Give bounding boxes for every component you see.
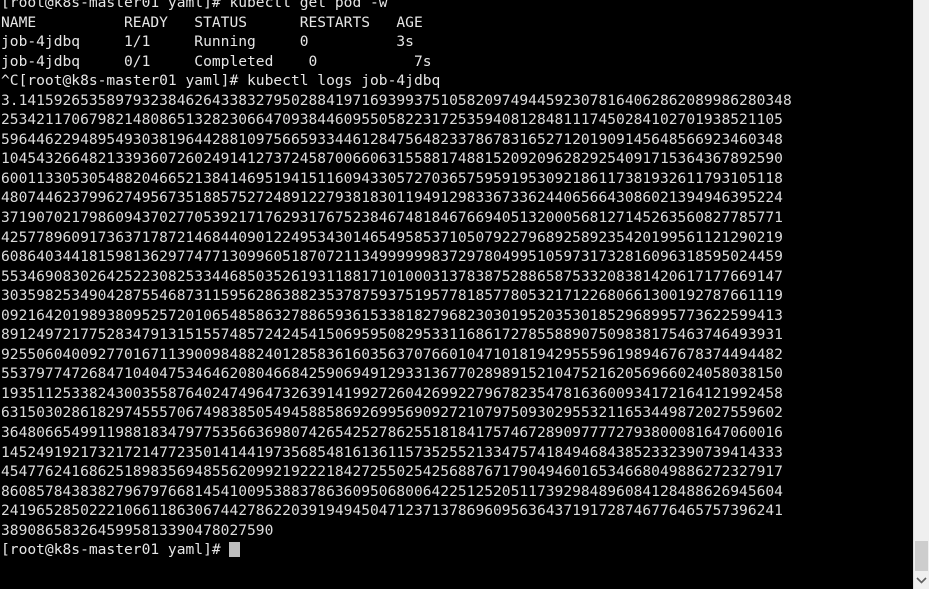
- terminal-window: [root@k8s-master01 yaml]# kubectl get po…: [0, 0, 929, 589]
- terminal-line-text: 3.14159265358979323846264338327950288419…: [1, 91, 792, 109]
- terminal-line-text: 1935112533824300355876402474964732639141…: [1, 384, 783, 402]
- terminal-line-text: 5534690830264252230825334468503526193118…: [1, 267, 783, 285]
- terminal-line: 0921642019893809525720106548586327886593…: [0, 306, 913, 326]
- terminal-line: 3.14159265358979323846264338327950288419…: [0, 91, 913, 111]
- terminal-line: 5537977472684710404753464620804668425906…: [0, 364, 913, 384]
- terminal-text-buffer: [root@k8s-master01 yaml]# kubectl get po…: [0, 0, 913, 560]
- terminal-line: 4257789609173637178721468440901224953430…: [0, 228, 913, 248]
- terminal-line: 6086403441815981362977477130996051870721…: [0, 247, 913, 267]
- terminal-line-text: 9255060400927701671139009848824012858361…: [1, 345, 783, 363]
- terminal-line: ^C[root@k8s-master01 yaml]# kubectl logs…: [0, 71, 913, 91]
- terminal-line: 1045432664821339360726024914127372458700…: [0, 149, 913, 169]
- terminal-line-text: ^C[root@k8s-master01 yaml]# kubectl logs…: [1, 72, 441, 90]
- terminal-line: 8912497217752834791315155748572424541506…: [0, 325, 913, 345]
- vertical-scrollbar[interactable]: [913, 0, 929, 589]
- chevron-down-icon: [916, 577, 927, 584]
- terminal-line: NAME READY STATUS RESTARTS AGE: [0, 13, 913, 33]
- terminal-line: 8608578438382796797668145410095388378636…: [0, 482, 913, 502]
- terminal-line-text: [root@k8s-master01 yaml]# kubectl get po…: [1, 0, 388, 11]
- terminal-line-text: 1045432664821339360726024914127372458700…: [1, 150, 783, 168]
- terminal-line: 3648066549911988183479775356636980742654…: [0, 423, 913, 443]
- terminal-line: 5964462294895493038196442881097566593344…: [0, 130, 913, 150]
- terminal-line: 3890865832645995813390478027590: [0, 521, 913, 541]
- terminal-line-text: 4547762416862518983569485562099219222184…: [1, 463, 783, 481]
- scrollbar-thumb[interactable]: [915, 541, 928, 571]
- terminal-line-text: 0921642019893809525720106548586327886593…: [1, 306, 783, 324]
- terminal-cursor: [229, 542, 240, 558]
- terminal-line-text: 5537977472684710404753464620804668425906…: [1, 365, 783, 383]
- terminal-line: 9255060400927701671139009848824012858361…: [0, 345, 913, 365]
- terminal-line-text: 3035982534904287554687311595628638823537…: [1, 287, 783, 305]
- terminal-line: job-4jdbq 0/1 Completed 0 7s: [0, 52, 913, 72]
- terminal-line-text: 8912497217752834791315155748572424541506…: [1, 326, 783, 344]
- scrollbar-down-button[interactable]: [914, 572, 929, 589]
- terminal-line: 1935112533824300355876402474964732639141…: [0, 384, 913, 404]
- terminal-line: 5534690830264252230825334468503526193118…: [0, 267, 913, 287]
- terminal-line: 2419652850222106611863067442786220391949…: [0, 501, 913, 521]
- terminal-line-text: [root@k8s-master01 yaml]#: [1, 541, 230, 559]
- terminal-line-text: job-4jdbq 0/1 Completed 0 7s: [1, 52, 432, 70]
- terminal-line-text: 6001133053054882046652138414695194151160…: [1, 169, 783, 187]
- terminal-line-text: 2534211706798214808651328230664709384460…: [1, 111, 783, 129]
- terminal-line: 1452491921732172147723501414419735685481…: [0, 443, 913, 463]
- terminal-line-text: 3890865832645995813390478027590: [1, 521, 274, 539]
- terminal-line-text: 6086403441815981362977477130996051870721…: [1, 248, 783, 266]
- terminal-line-text: 1452491921732172147723501414419735685481…: [1, 443, 783, 461]
- terminal-line-text: 8608578438382796797668145410095388378636…: [1, 482, 783, 500]
- terminal-line-text: 3719070217986094370277053921717629317675…: [1, 209, 783, 227]
- terminal-line: 4547762416862518983569485562099219222184…: [0, 462, 913, 482]
- terminal-line: 6315030286182974555706749838505494588586…: [0, 403, 913, 423]
- terminal-line: job-4jdbq 1/1 Running 0 3s: [0, 32, 913, 52]
- terminal-line-text: 4257789609173637178721468440901224953430…: [1, 228, 783, 246]
- terminal-line: 6001133053054882046652138414695194151160…: [0, 169, 913, 189]
- terminal-line: 3719070217986094370277053921717629317675…: [0, 208, 913, 228]
- terminal-line: [root@k8s-master01 yaml]# kubectl get po…: [0, 0, 913, 13]
- terminal-line-text: NAME READY STATUS RESTARTS AGE: [1, 13, 423, 31]
- terminal-line: 4807446237996274956735188575272489122793…: [0, 188, 913, 208]
- scrollbar-track[interactable]: [914, 0, 929, 572]
- terminal-line: 3035982534904287554687311595628638823537…: [0, 286, 913, 306]
- terminal-line-text: 2419652850222106611863067442786220391949…: [1, 502, 783, 520]
- terminal-line: [root@k8s-master01 yaml]#: [0, 540, 913, 560]
- terminal-line-text: job-4jdbq 1/1 Running 0 3s: [1, 33, 414, 51]
- terminal-line-text: 6315030286182974555706749838505494588586…: [1, 404, 783, 422]
- terminal-line-text: 5964462294895493038196442881097566593344…: [1, 130, 783, 148]
- terminal-line-text: 4807446237996274956735188575272489122793…: [1, 189, 783, 207]
- terminal-output-area[interactable]: [root@k8s-master01 yaml]# kubectl get po…: [0, 0, 913, 589]
- terminal-line-text: 3648066549911988183479775356636980742654…: [1, 424, 783, 442]
- terminal-line: 2534211706798214808651328230664709384460…: [0, 110, 913, 130]
